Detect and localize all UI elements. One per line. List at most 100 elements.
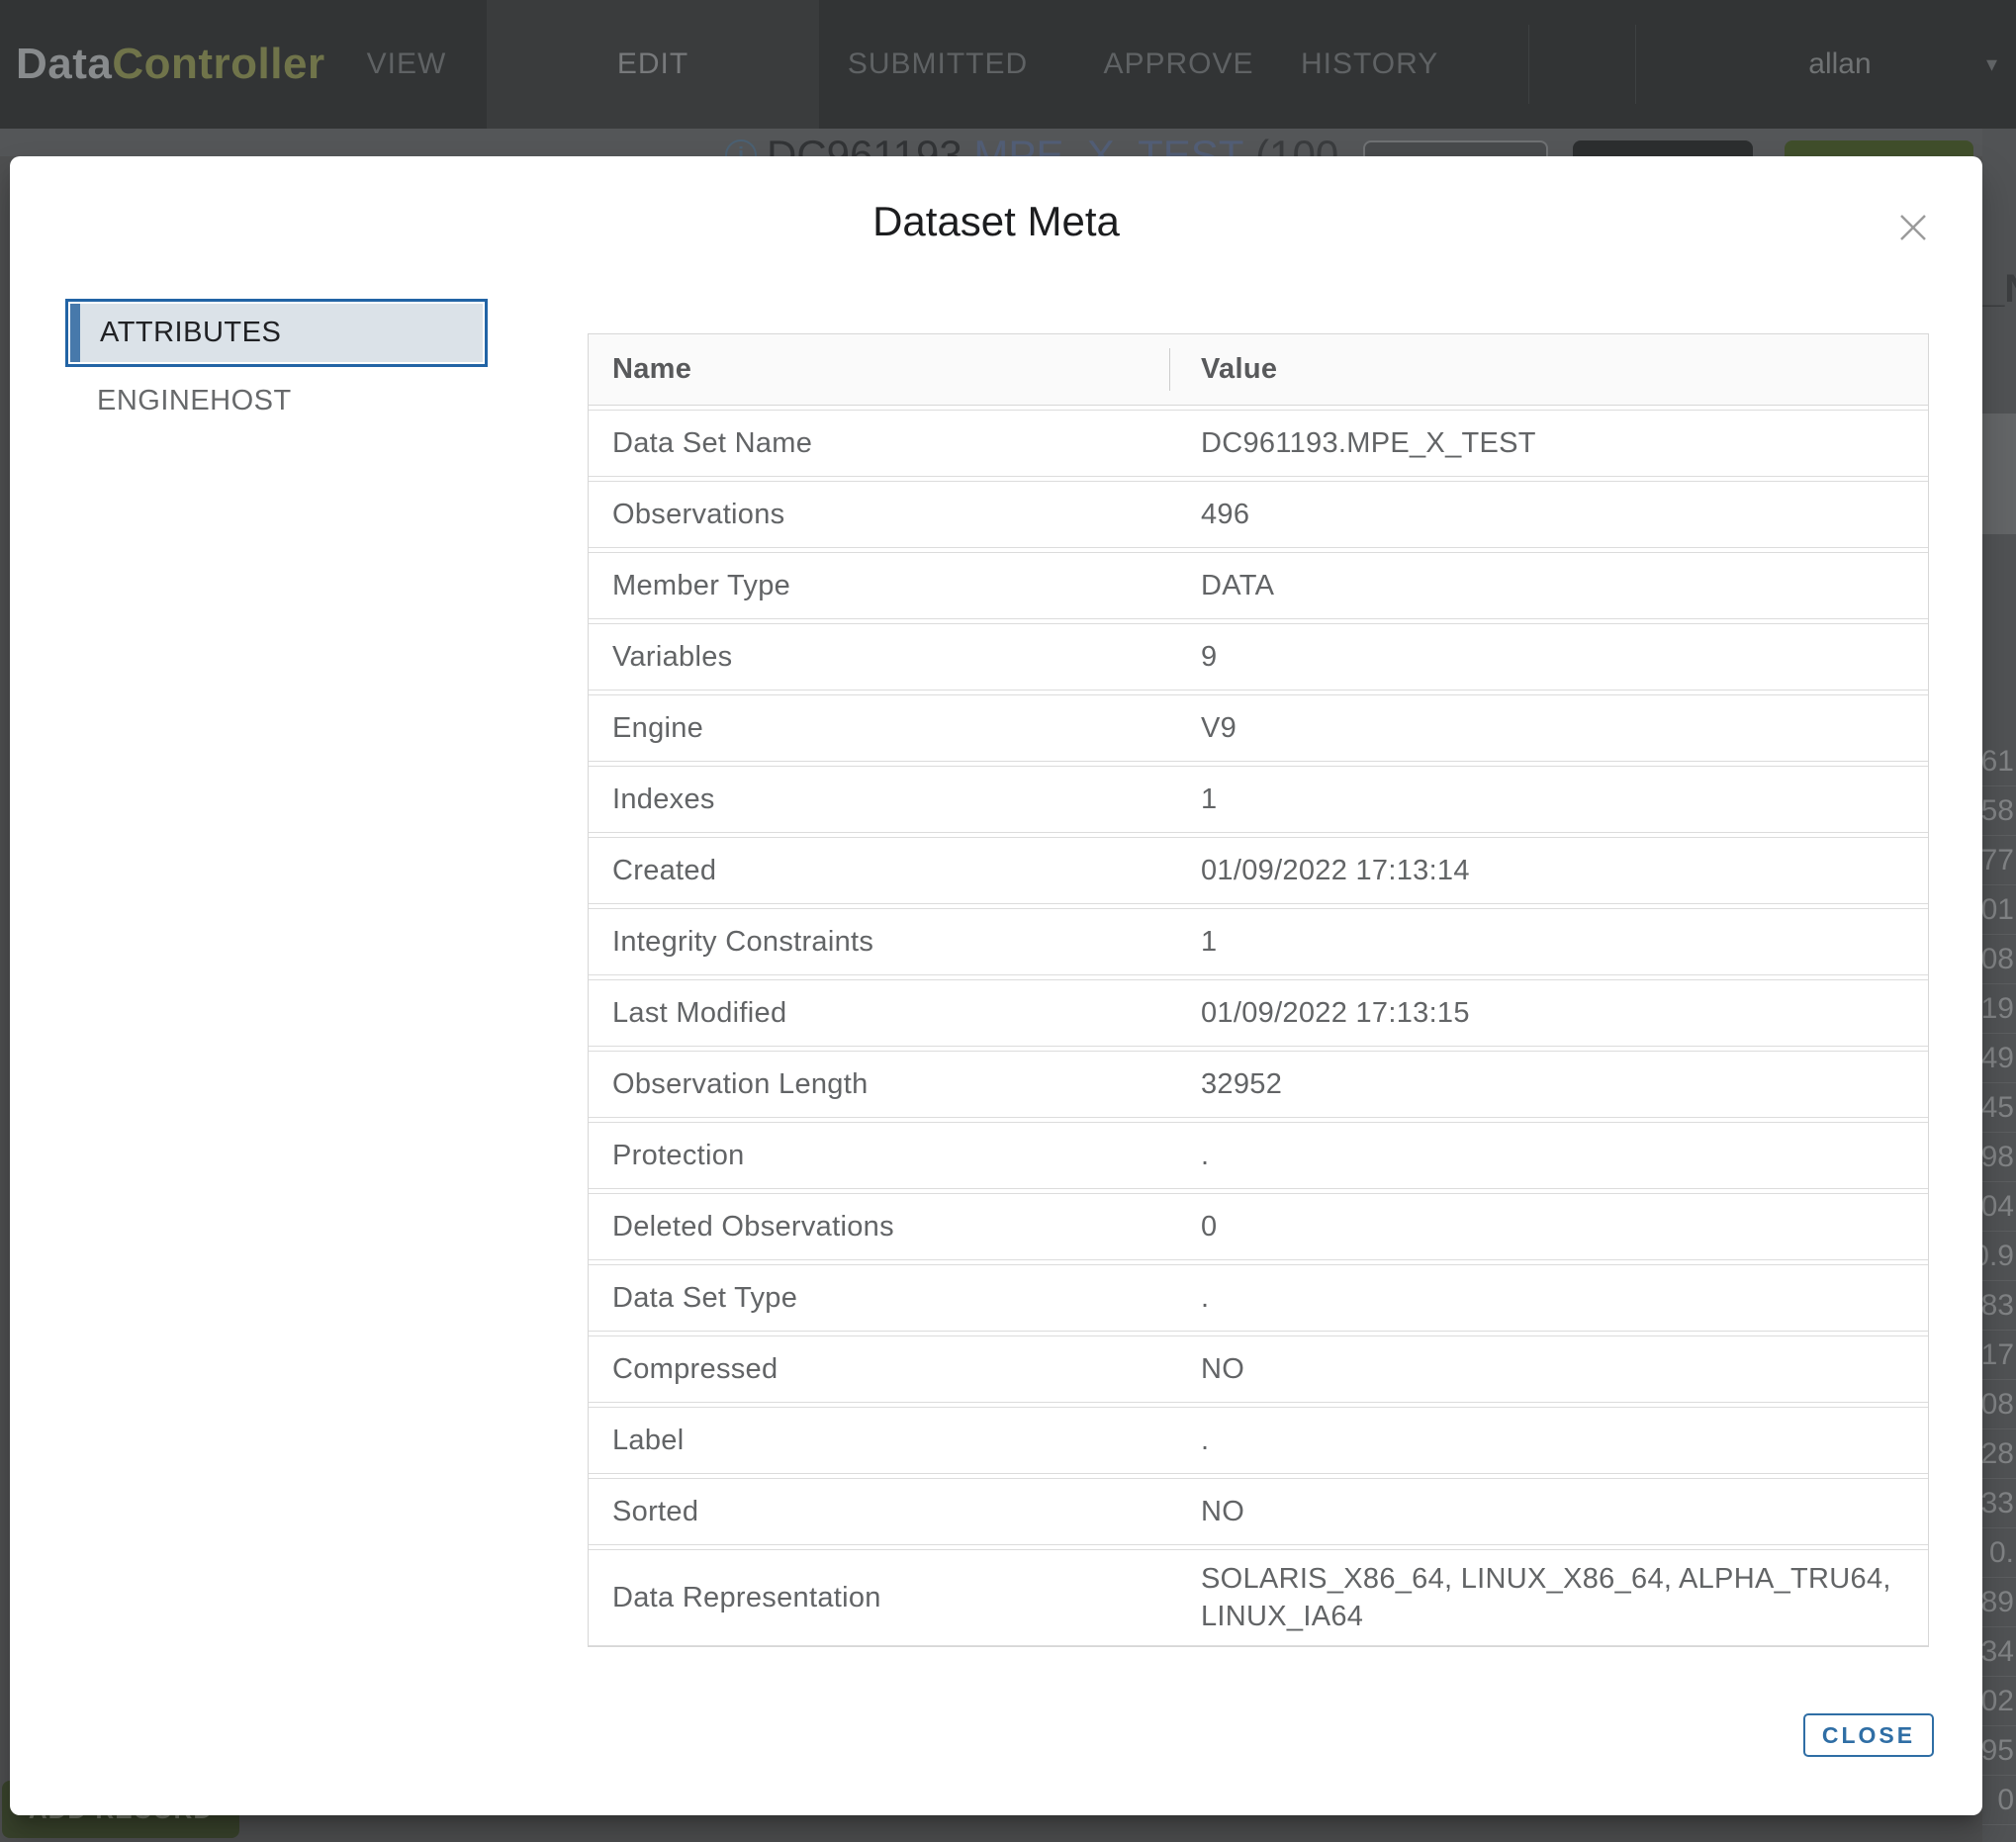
table-row: Deleted Observations 0	[589, 1193, 1928, 1260]
attribute-name: Indexes	[589, 783, 1177, 816]
attribute-name: Engine	[589, 712, 1177, 745]
attribute-value: .	[1177, 1127, 1913, 1184]
header-divider	[1635, 25, 1636, 104]
nav-item-label: HISTORY	[1301, 47, 1438, 81]
close-button-label: CLOSE	[1822, 1722, 1915, 1749]
selected-tab-bar	[70, 304, 80, 362]
bg-number-row: 433	[1982, 1479, 2016, 1528]
attribute-value: 1	[1177, 771, 1913, 828]
bg-number-row: 798	[1982, 1133, 2016, 1182]
nav-item-approve[interactable]: APPROVE	[1056, 0, 1301, 129]
attribute-value: NO	[1177, 1483, 1913, 1540]
header-divider	[1528, 25, 1529, 104]
table-body: Data Set Name DC961193.MPE_X_TEST Observ…	[589, 410, 1928, 1646]
attribute-name: Data Set Name	[589, 427, 1177, 460]
attribute-value: 01/09/2022 17:13:15	[1177, 984, 1913, 1042]
toolbar-button-2[interactable]	[1573, 140, 1753, 156]
attribute-value: 9	[1177, 628, 1913, 686]
background-table-sliver: _N 61 58 77 01 08 19 49 45 798 104 0.9 2…	[1982, 129, 2016, 1842]
nav-item-label: SUBMITTED	[848, 47, 1028, 81]
bg-number-row: 19	[1982, 984, 2016, 1034]
bg-number-row: 89	[1982, 1578, 2016, 1627]
attribute-name: Observations	[589, 499, 1177, 531]
attribute-name: Label	[589, 1425, 1177, 1457]
bg-number-row: 104	[1982, 1182, 2016, 1232]
background-block	[1982, 414, 2016, 534]
nav-item-history[interactable]: HISTORY	[1301, 0, 1438, 129]
attribute-name: Last Modified	[589, 997, 1177, 1030]
attribute-name: Protection	[589, 1140, 1177, 1172]
bg-number-row: 08	[1982, 935, 2016, 984]
table-row: Indexes 1	[589, 766, 1928, 833]
column-header-value: Value	[1177, 353, 1913, 386]
attribute-value: 32952	[1177, 1056, 1913, 1113]
bg-number-row: 49	[1982, 1034, 2016, 1083]
brand-part1: Data	[16, 40, 112, 89]
nav-item-edit[interactable]: EDIT	[487, 0, 819, 129]
attribute-name: Observation Length	[589, 1068, 1177, 1101]
bg-number-row: 77	[1982, 836, 2016, 885]
bg-number-row: 0.	[1982, 1528, 2016, 1578]
table-row: Variables 9	[589, 623, 1928, 691]
table-row: Observation Length 32952	[589, 1051, 1928, 1118]
attribute-name: Compressed	[589, 1353, 1177, 1386]
info-icon[interactable]: i	[725, 139, 757, 156]
table-row: Data Representation SOLARIS_X86_64, LINU…	[589, 1549, 1928, 1646]
table-row: Data Set Name DC961193.MPE_X_TEST	[589, 410, 1928, 477]
nav-item-label: EDIT	[617, 47, 688, 81]
dataset-title-text: DC961193.MPE_X_TEST (100	[767, 132, 1338, 156]
bg-number-row: 0.9	[1982, 1232, 2016, 1281]
table-row: Observations 496	[589, 481, 1928, 548]
attributes-table: Name Value Data Set Name DC961193.MPE_X_…	[588, 333, 1929, 1647]
nav-item-view[interactable]: VIEW	[326, 0, 487, 129]
tab-enginehost[interactable]: ENGINEHOST	[97, 384, 292, 417]
attribute-name: Variables	[589, 641, 1177, 674]
tab-attributes-label: ATTRIBUTES	[70, 317, 281, 349]
background-number-column: 61 58 77 01 08 19 49 45 798 104 0.9 283 …	[1982, 737, 2016, 1825]
bg-number-row: 45	[1982, 1083, 2016, 1133]
attribute-value: 1	[1177, 913, 1913, 970]
dataset-title: i DC961193.MPE_X_TEST (100	[725, 132, 1338, 156]
table-row: Data Set Type .	[589, 1264, 1928, 1332]
bg-number-row: 283	[1982, 1281, 2016, 1331]
bg-number-row: 58	[1982, 786, 2016, 836]
main-nav: VIEW EDIT SUBMITTED APPROVE HISTORY	[326, 0, 1438, 129]
toolbar-button-1[interactable]	[1363, 140, 1548, 156]
table-header-row: Name Value	[589, 334, 1928, 406]
column-header-name: Name	[589, 353, 1177, 386]
attribute-name: Created	[589, 855, 1177, 887]
app-header: DataController VIEW EDIT SUBMITTED APPRO…	[0, 0, 2016, 129]
attribute-name: Member Type	[589, 570, 1177, 602]
attribute-value: V9	[1177, 699, 1913, 757]
table-row: Label .	[589, 1407, 1928, 1474]
bg-number-row: 95	[1982, 1726, 2016, 1776]
attribute-name: Data Set Type	[589, 1282, 1177, 1315]
attribute-value: DC961193.MPE_X_TEST	[1177, 414, 1913, 472]
attribute-value: .	[1177, 1269, 1913, 1327]
brand-part2: Controller	[112, 40, 324, 89]
attribute-value: 496	[1177, 486, 1913, 543]
background-header-fragment: _N	[1982, 267, 2016, 312]
toolbar-strip: i DC961193.MPE_X_TEST (100	[0, 129, 2016, 156]
attribute-value: 0	[1177, 1198, 1913, 1255]
attribute-name: Deleted Observations	[589, 1211, 1177, 1243]
brand-logo: DataController	[16, 0, 325, 129]
tab-attributes-fill: ATTRIBUTES	[70, 304, 483, 362]
attribute-name: Integrity Constraints	[589, 926, 1177, 959]
bg-number-row: 01	[1982, 885, 2016, 935]
username-label: allan	[1808, 47, 1871, 81]
close-button[interactable]: CLOSE	[1803, 1713, 1934, 1757]
attribute-value: NO	[1177, 1340, 1913, 1398]
tab-enginehost-label: ENGINEHOST	[97, 385, 292, 417]
bg-number-row: 61	[1982, 737, 2016, 786]
tab-attributes[interactable]: ATTRIBUTES	[65, 299, 488, 367]
table-row: Last Modified 01/09/2022 17:13:15	[589, 979, 1928, 1047]
bg-number-row: 02	[1982, 1677, 2016, 1726]
toolbar-button-3[interactable]	[1785, 140, 1973, 156]
bg-number-row: 0	[1982, 1776, 2016, 1825]
user-menu[interactable]: allan	[1741, 0, 1939, 129]
nav-item-label: APPROVE	[1103, 47, 1253, 81]
close-icon[interactable]	[1893, 208, 1933, 247]
nav-item-submitted[interactable]: SUBMITTED	[819, 0, 1056, 129]
chevron-down-icon: ▾	[1986, 0, 1997, 129]
